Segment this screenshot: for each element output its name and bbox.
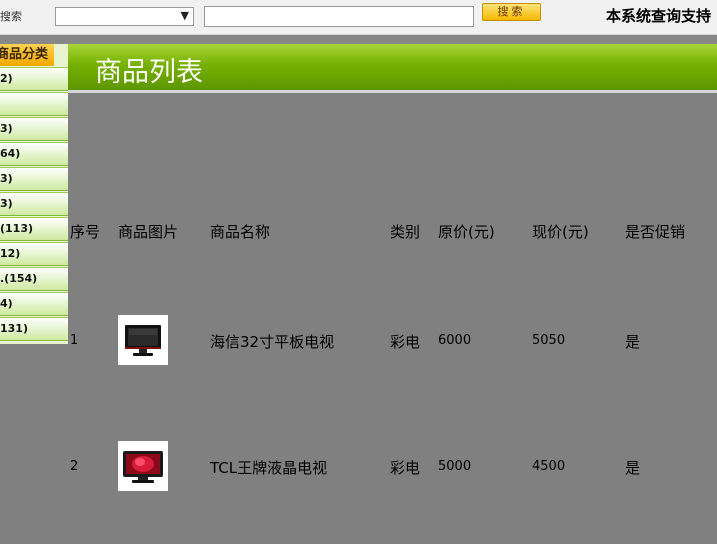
row-2-current-price: 4500: [532, 459, 566, 474]
header-current-price: 现价(元): [532, 223, 589, 241]
header-no: 序号: [70, 223, 101, 241]
row-2-original-price: 5000: [438, 459, 472, 474]
row-1-category: 彩电: [390, 333, 421, 351]
header-original-price: 原价(元): [438, 223, 495, 241]
header-promo: 是否促销: [625, 223, 686, 241]
tv-red-icon: [123, 451, 163, 483]
row-1-promo: 是: [625, 333, 641, 351]
row-2-name[interactable]: TCL王牌液晶电视: [210, 457, 327, 478]
row-1-no: 1: [70, 333, 79, 348]
product-table: 序号 商品图片 商品名称 类别 原价(元) 现价(元) 是否促销 1 海信32寸…: [0, 0, 717, 544]
product-image[interactable]: [118, 315, 168, 365]
row-2-promo: 是: [625, 459, 641, 477]
tv-black-icon: [125, 325, 161, 356]
header-name: 商品名称: [210, 223, 271, 241]
row-2-category: 彩电: [390, 459, 421, 477]
row-1-name[interactable]: 海信32寸平板电视: [210, 331, 334, 352]
header-image: 商品图片: [118, 223, 179, 241]
product-image[interactable]: [118, 441, 168, 491]
row-2-no: 2: [70, 459, 79, 474]
row-1-original-price: 6000: [438, 333, 472, 348]
header-category: 类别: [390, 223, 421, 241]
row-1-current-price: 5050: [532, 333, 566, 348]
